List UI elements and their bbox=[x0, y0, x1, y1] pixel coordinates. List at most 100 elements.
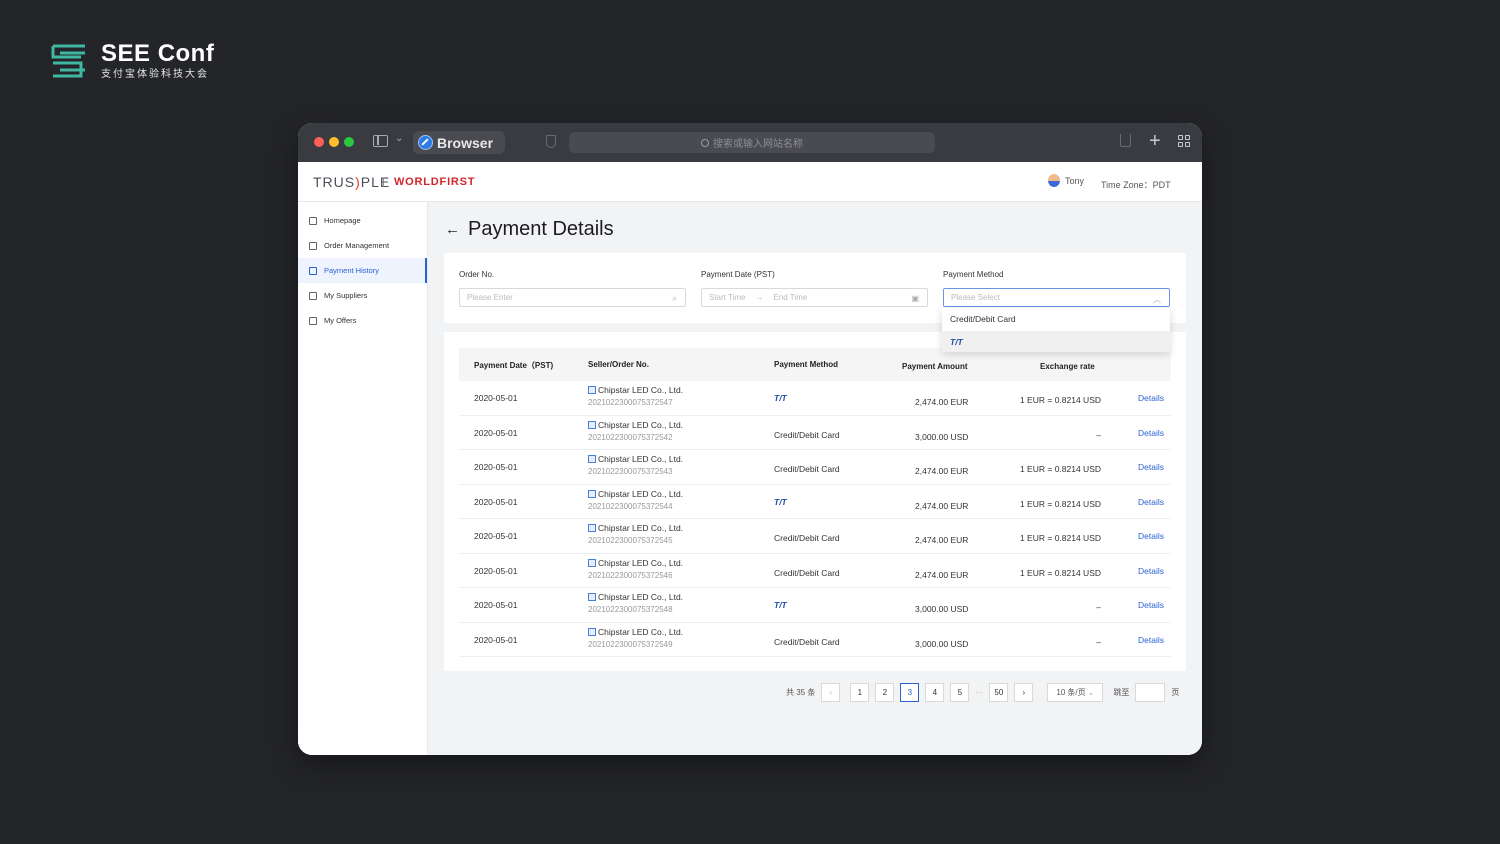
page-5-button[interactable]: 5 bbox=[950, 683, 970, 702]
browser-window: ⌄ Browser 搜索或输入网站名称 + TRUS)PLE WORLDFIRS… bbox=[298, 123, 1202, 755]
page-3-button[interactable]: 3 bbox=[900, 683, 920, 702]
sidebar-item-my-suppliers[interactable]: My Suppliers bbox=[298, 283, 427, 308]
details-link[interactable]: Details bbox=[1138, 462, 1164, 472]
page-title: Payment Details bbox=[468, 218, 614, 240]
payment-method-dropdown: Credit/Debit Card T/T bbox=[942, 308, 1170, 352]
tab-overview-icon[interactable] bbox=[1178, 135, 1190, 147]
cell-seller: Chipstar LED Co., Ltd. 202102230007537254… bbox=[588, 454, 683, 476]
details-link[interactable]: Details bbox=[1138, 428, 1164, 438]
cell-seller: Chipstar LED Co., Ltd. 202102230007537254… bbox=[588, 627, 683, 649]
see-conf-mark-icon bbox=[51, 44, 85, 78]
sidebar-item-order-management[interactable]: Order Management bbox=[298, 233, 427, 258]
table-row: 2020-05-01 Chipstar LED Co., Ltd. 20210223… bbox=[459, 485, 1171, 519]
cell-payment-method: T/T bbox=[774, 393, 787, 403]
option-credit-debit-card[interactable]: Credit/Debit Card bbox=[942, 308, 1170, 329]
order-number: 2021022300075372546 bbox=[588, 570, 673, 580]
user-name: Tony bbox=[1065, 175, 1085, 186]
cell-date: 2020-05-01 bbox=[474, 462, 518, 472]
seller-name: Chipstar LED Co., Ltd. bbox=[598, 626, 684, 637]
prev-page-button[interactable]: ‹ bbox=[821, 683, 841, 702]
new-tab-icon[interactable]: + bbox=[1149, 129, 1161, 153]
cell-payment-amount: 3,000.00 USD bbox=[915, 431, 969, 442]
sidebar-toggle-icon[interactable] bbox=[373, 135, 388, 147]
end-time-placeholder: End Time bbox=[773, 293, 808, 302]
order-no-label: Order No. bbox=[459, 270, 495, 279]
jump-page-input[interactable] bbox=[1135, 683, 1166, 702]
home-icon bbox=[309, 216, 317, 225]
close-window-button[interactable] bbox=[314, 137, 324, 147]
page-4-button[interactable]: 4 bbox=[925, 683, 945, 702]
payment-date-range[interactable]: Start Time → End Time ▣ bbox=[701, 288, 928, 307]
option-tt[interactable]: T/T bbox=[942, 331, 1170, 352]
address-bar[interactable]: 搜索或输入网站名称 bbox=[569, 132, 935, 153]
chevron-up-icon: ︿ bbox=[1153, 295, 1161, 304]
page-size-select[interactable]: 10 条/页 ⌄ bbox=[1047, 683, 1104, 702]
cell-payment-amount: 3,000.00 USD bbox=[915, 638, 969, 649]
zoom-window-button[interactable] bbox=[344, 137, 354, 147]
search-icon: ⌕ bbox=[672, 294, 677, 303]
browser-titlebar: ⌄ Browser 搜索或输入网站名称 + bbox=[298, 123, 1202, 162]
verified-seller-icon bbox=[588, 524, 596, 532]
details-link[interactable]: Details bbox=[1138, 600, 1164, 610]
header-divider bbox=[383, 178, 384, 187]
page-2-button[interactable]: 2 bbox=[875, 683, 895, 702]
seller-name: Chipstar LED Co., Ltd. bbox=[598, 488, 684, 499]
next-page-button[interactable]: › bbox=[1014, 683, 1034, 702]
seller-name: Chipstar LED Co., Ltd. bbox=[598, 385, 684, 395]
sidebar-item-homepage[interactable]: Homepage bbox=[298, 208, 427, 233]
order-number: 2021022300075372543 bbox=[588, 467, 673, 476]
order-no-input[interactable]: Please Enter ⌕ bbox=[459, 288, 686, 307]
app: TRUS)PLE WORLDFIRST Tony Time Zone：PDT H… bbox=[298, 162, 1202, 755]
cell-exchange-rate: 1 EUR = 0.8214 USD bbox=[1019, 498, 1101, 509]
jump-label: 跳至 bbox=[1113, 688, 1130, 697]
sidebar-item-my-offers[interactable]: My Offers bbox=[298, 308, 427, 333]
page-header: ← Payment Details bbox=[445, 218, 614, 241]
shield-icon[interactable] bbox=[546, 135, 556, 148]
table-row: 2020-05-01 Chipstar LED Co., Ltd. 20210223… bbox=[459, 416, 1171, 450]
details-link[interactable]: Details bbox=[1138, 393, 1164, 403]
order-number: 2021022300075372542 bbox=[588, 432, 673, 442]
cell-seller: Chipstar LED Co., Ltd. 202102230007537254… bbox=[588, 523, 683, 545]
table-row: 2020-05-01 Chipstar LED Co., Ltd. 20210223… bbox=[459, 381, 1171, 416]
page-1-button[interactable]: 1 bbox=[850, 683, 870, 702]
app-header: TRUS)PLE WORLDFIRST Tony Time Zone：PDT bbox=[298, 162, 1202, 202]
cell-seller: Chipstar LED Co., Ltd. 202102230007537254… bbox=[588, 420, 683, 442]
worldfirst-logo: WORLDFIRST bbox=[394, 176, 476, 188]
header-payment-method: Payment Method bbox=[774, 360, 839, 369]
details-link[interactable]: Details bbox=[1138, 497, 1164, 507]
browser-tab[interactable]: Browser bbox=[413, 131, 505, 154]
sidebar-item-payment-history[interactable]: Payment History bbox=[298, 258, 427, 283]
calendar-icon: ▣ bbox=[911, 294, 919, 303]
cell-exchange-rate: 1 EUR = 0.8214 USD bbox=[1019, 464, 1101, 474]
cell-payment-method: Credit/Debit Card bbox=[774, 636, 840, 647]
user-menu[interactable]: Tony bbox=[1048, 174, 1084, 187]
supplier-icon bbox=[309, 291, 317, 300]
cell-date: 2020-05-01 bbox=[474, 427, 518, 438]
brand-subtitle: 支付宝体验科技大会 bbox=[101, 69, 209, 80]
file-icon bbox=[309, 241, 317, 250]
minimize-window-button[interactable] bbox=[329, 137, 339, 147]
cell-date: 2020-05-01 bbox=[474, 634, 518, 645]
back-arrow-icon[interactable]: ← bbox=[445, 221, 460, 238]
details-link[interactable]: Details bbox=[1138, 635, 1164, 645]
verified-seller-icon bbox=[588, 558, 596, 567]
arrow-right-icon: → bbox=[755, 293, 764, 302]
cell-payment-amount: 2,474.00 EUR bbox=[915, 466, 969, 476]
chevron-down-icon[interactable]: ⌄ bbox=[395, 133, 403, 144]
order-number: 2021022300075372549 bbox=[588, 639, 673, 649]
table-header: Payment Date（PST) Seller/Order No. Payme… bbox=[459, 348, 1171, 381]
trusple-logo[interactable]: TRUS)PLE bbox=[313, 174, 390, 190]
cell-payment-amount: 2,474.00 EUR bbox=[915, 500, 969, 511]
cell-exchange-rate: 1 EUR = 0.8214 USD bbox=[1019, 533, 1101, 543]
seller-name: Chipstar LED Co., Ltd. bbox=[598, 454, 684, 464]
payment-method-select[interactable]: Please Select ︿ bbox=[943, 288, 1170, 307]
details-link[interactable]: Details bbox=[1138, 531, 1164, 541]
cell-date: 2020-05-01 bbox=[474, 393, 518, 403]
seller-name: Chipstar LED Co., Ltd. bbox=[598, 523, 684, 533]
details-link[interactable]: Details bbox=[1138, 566, 1164, 576]
pagination-ellipsis[interactable]: ··· bbox=[975, 688, 983, 697]
page-50-button[interactable]: 50 bbox=[989, 683, 1009, 702]
table-row: 2020-05-01 Chipstar LED Co., Ltd. 20210223… bbox=[459, 554, 1171, 588]
cell-seller: Chipstar LED Co., Ltd. 202102230007537254… bbox=[588, 489, 683, 511]
share-icon[interactable] bbox=[1120, 134, 1131, 147]
